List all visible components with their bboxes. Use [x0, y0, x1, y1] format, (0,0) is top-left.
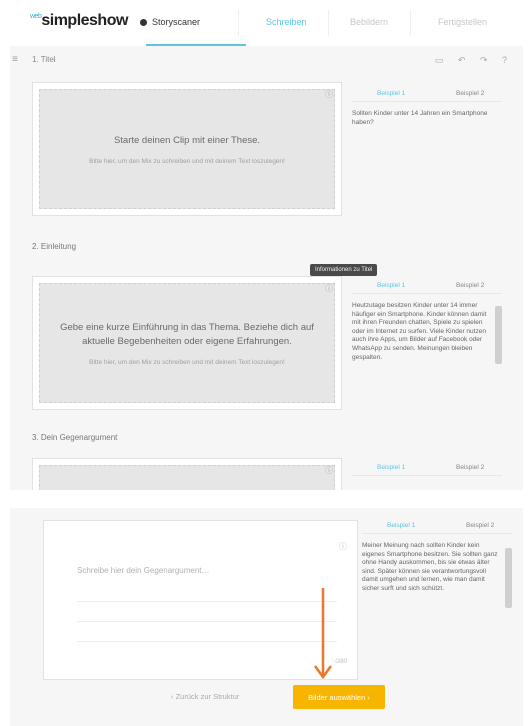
tab-divider — [328, 10, 329, 36]
intro-hint: Bitte hier, um den Mix zu schreiben und … — [89, 358, 285, 366]
tab-storyscaner[interactable]: Storyscaner — [140, 17, 200, 27]
title-hint: Bitte hier, um den Mix zu schreiben und … — [89, 157, 285, 165]
editor-bottom-view: Schreibe hier dein Gegenargument… ⓘ 0/80… — [10, 508, 523, 726]
section-title-gegenargument: 3. Dein Gegenargument — [32, 433, 118, 442]
tab-divider — [238, 10, 239, 36]
editor-top-view: websimpleshow Storyscaner Schreiben Bebi… — [10, 0, 523, 490]
section-header-row: ≡ 1. Titel ▭ ↶ ↷ ? — [10, 52, 523, 70]
hamburger-icon[interactable]: ≡ — [12, 54, 18, 65]
editor-placeholder[interactable]: Schreibe hier dein Gegenargument… — [77, 566, 210, 575]
toolbar-icons[interactable]: ▭ ↶ ↷ ? — [435, 55, 513, 66]
section-header-title: 1. Titel — [32, 55, 56, 64]
examples-tabs: Beispiel 1 Beispiel 2 — [352, 462, 502, 476]
example-text: Heutzutage besitzen Kinder unter 14 imme… — [352, 302, 487, 361]
title-examples-panel: Beispiel 1 Beispiel 2 Sollten Kinder unt… — [352, 88, 502, 127]
tooltip: Informationen zu Titel — [310, 264, 378, 276]
counterargument-examples-panel: Beispiel 1 Beispiel 2 — [352, 462, 502, 476]
back-to-structure-link[interactable]: ‹ Zurück zur Struktur — [171, 692, 239, 701]
tab-example-1[interactable]: Beispiel 1 — [377, 464, 405, 471]
title-card-dropzone[interactable]: Starte deinen Clip mit einer These. Bitt… — [39, 89, 335, 209]
tab-example-2[interactable]: Beispiel 2 — [456, 282, 484, 289]
down-arrow-icon — [313, 588, 333, 680]
app-header: websimpleshow Storyscaner Schreiben Bebi… — [10, 0, 523, 46]
tab-schreiben[interactable]: Schreiben — [266, 17, 307, 27]
title-card[interactable]: Starte deinen Clip mit einer These. Bitt… — [32, 82, 342, 216]
editor-line — [77, 601, 337, 602]
examples-scrollbar[interactable] — [495, 296, 502, 406]
editor-line — [77, 641, 337, 642]
example-text: Sollten Kinder unter 14 Jahren ein Smart… — [352, 110, 488, 126]
tab-example-1[interactable]: Beispiel 1 — [377, 282, 405, 289]
section-title-einleitung: 2. Einleitung — [32, 242, 77, 251]
tab-example-1[interactable]: Beispiel 1 — [377, 90, 405, 97]
info-icon[interactable]: ⓘ — [325, 89, 333, 100]
counterargument-dropzone[interactable] — [39, 465, 335, 490]
scrollbar-thumb[interactable] — [495, 306, 502, 364]
logo[interactable]: websimpleshow — [30, 12, 128, 30]
info-icon[interactable]: ⓘ — [325, 465, 333, 476]
info-icon[interactable]: ⓘ — [325, 283, 333, 294]
active-tab-indicator — [146, 44, 246, 46]
counterargument-card[interactable]: ⓘ — [32, 458, 342, 490]
examples-scrollbar[interactable] — [505, 538, 512, 676]
tab-example-1[interactable]: Beispiel 1 — [387, 522, 415, 529]
examples-tabs: Beispiel 1 Beispiel 2 — [352, 88, 502, 102]
counterargument-editor[interactable]: Schreibe hier dein Gegenargument… ⓘ 0/80 — [43, 520, 358, 680]
character-counter: 0/80 — [335, 659, 347, 665]
info-icon[interactable]: ⓘ — [339, 541, 347, 552]
tab-example-2[interactable]: Beispiel 2 — [466, 522, 494, 529]
examples-tabs: Beispiel 1 Beispiel 2 — [352, 280, 502, 294]
intro-card[interactable]: Gebe eine kurze Einführung in das Thema.… — [32, 276, 342, 410]
tab-fertigstellen[interactable]: Fertigstellen — [438, 17, 487, 27]
select-images-button[interactable]: Bilder auswählen › — [293, 685, 385, 709]
tab-example-2[interactable]: Beispiel 2 — [456, 464, 484, 471]
step-dot-icon — [140, 19, 147, 26]
examples-tabs: Beispiel 1 Beispiel 2 — [362, 520, 512, 534]
editor-examples-panel: Beispiel 1 Beispiel 2 Meiner Meinung nac… — [362, 520, 512, 680]
editor-line — [77, 621, 337, 622]
tab-bebildern[interactable]: Bebildern — [350, 17, 388, 27]
example-text: Meiner Meinung nach sollten Kinder kein … — [362, 542, 498, 592]
scrollbar-thumb[interactable] — [505, 548, 512, 608]
title-prompt: Starte deinen Clip mit einer These. — [113, 134, 261, 146]
intro-prompt: Gebe eine kurze Einführung in das Thema.… — [60, 321, 314, 347]
tab-example-2[interactable]: Beispiel 2 — [456, 90, 484, 97]
intro-examples-panel: Beispiel 1 Beispiel 2 Heutzutage besitze… — [352, 280, 502, 410]
tab-divider — [410, 10, 411, 36]
intro-card-dropzone[interactable]: Gebe eine kurze Einführung in das Thema.… — [39, 283, 335, 403]
